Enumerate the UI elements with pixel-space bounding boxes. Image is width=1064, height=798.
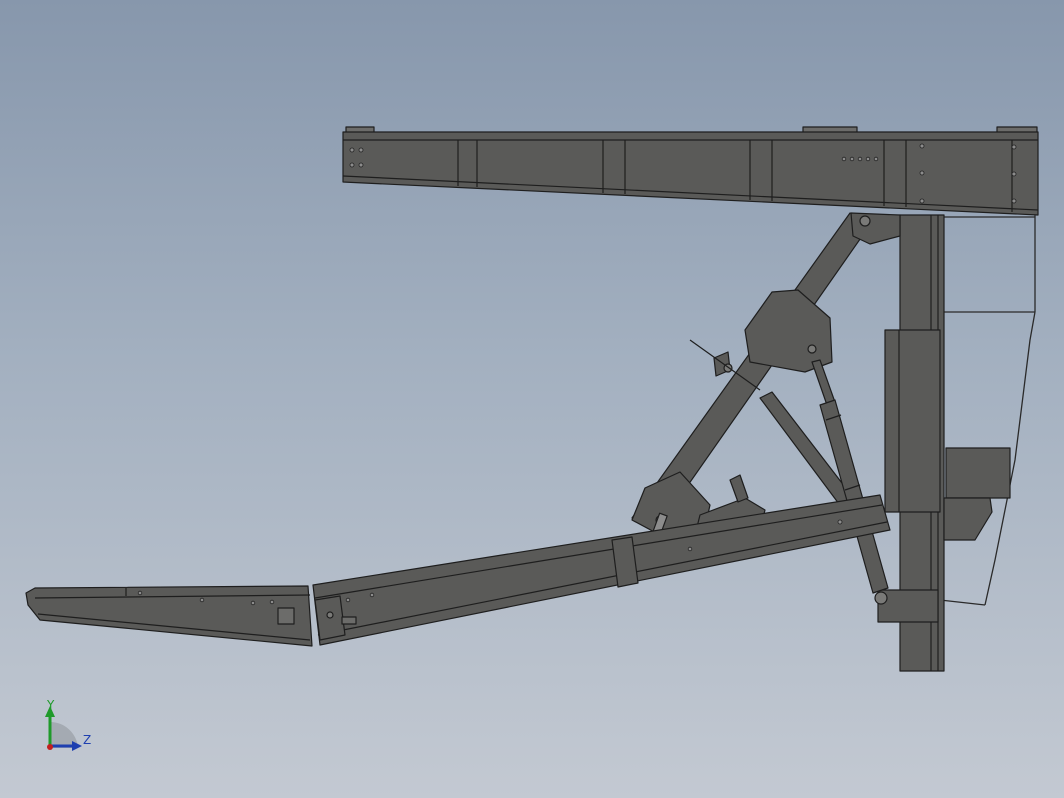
- cad-model-view[interactable]: [0, 0, 1064, 798]
- boom-tip[interactable]: [25, 585, 313, 647]
- triad-y-label: Y: [47, 698, 55, 712]
- side-frame-outline[interactable]: [939, 215, 1036, 606]
- x-axis-origin-icon: [47, 744, 53, 750]
- triad-z-label: Z: [83, 733, 92, 747]
- axis-triad: [45, 706, 82, 751]
- top-beam[interactable]: [342, 126, 1039, 216]
- graphics-viewport[interactable]: Y Z: [0, 0, 1064, 798]
- vertical-column[interactable]: [877, 214, 1011, 672]
- lower-boom[interactable]: [312, 494, 891, 646]
